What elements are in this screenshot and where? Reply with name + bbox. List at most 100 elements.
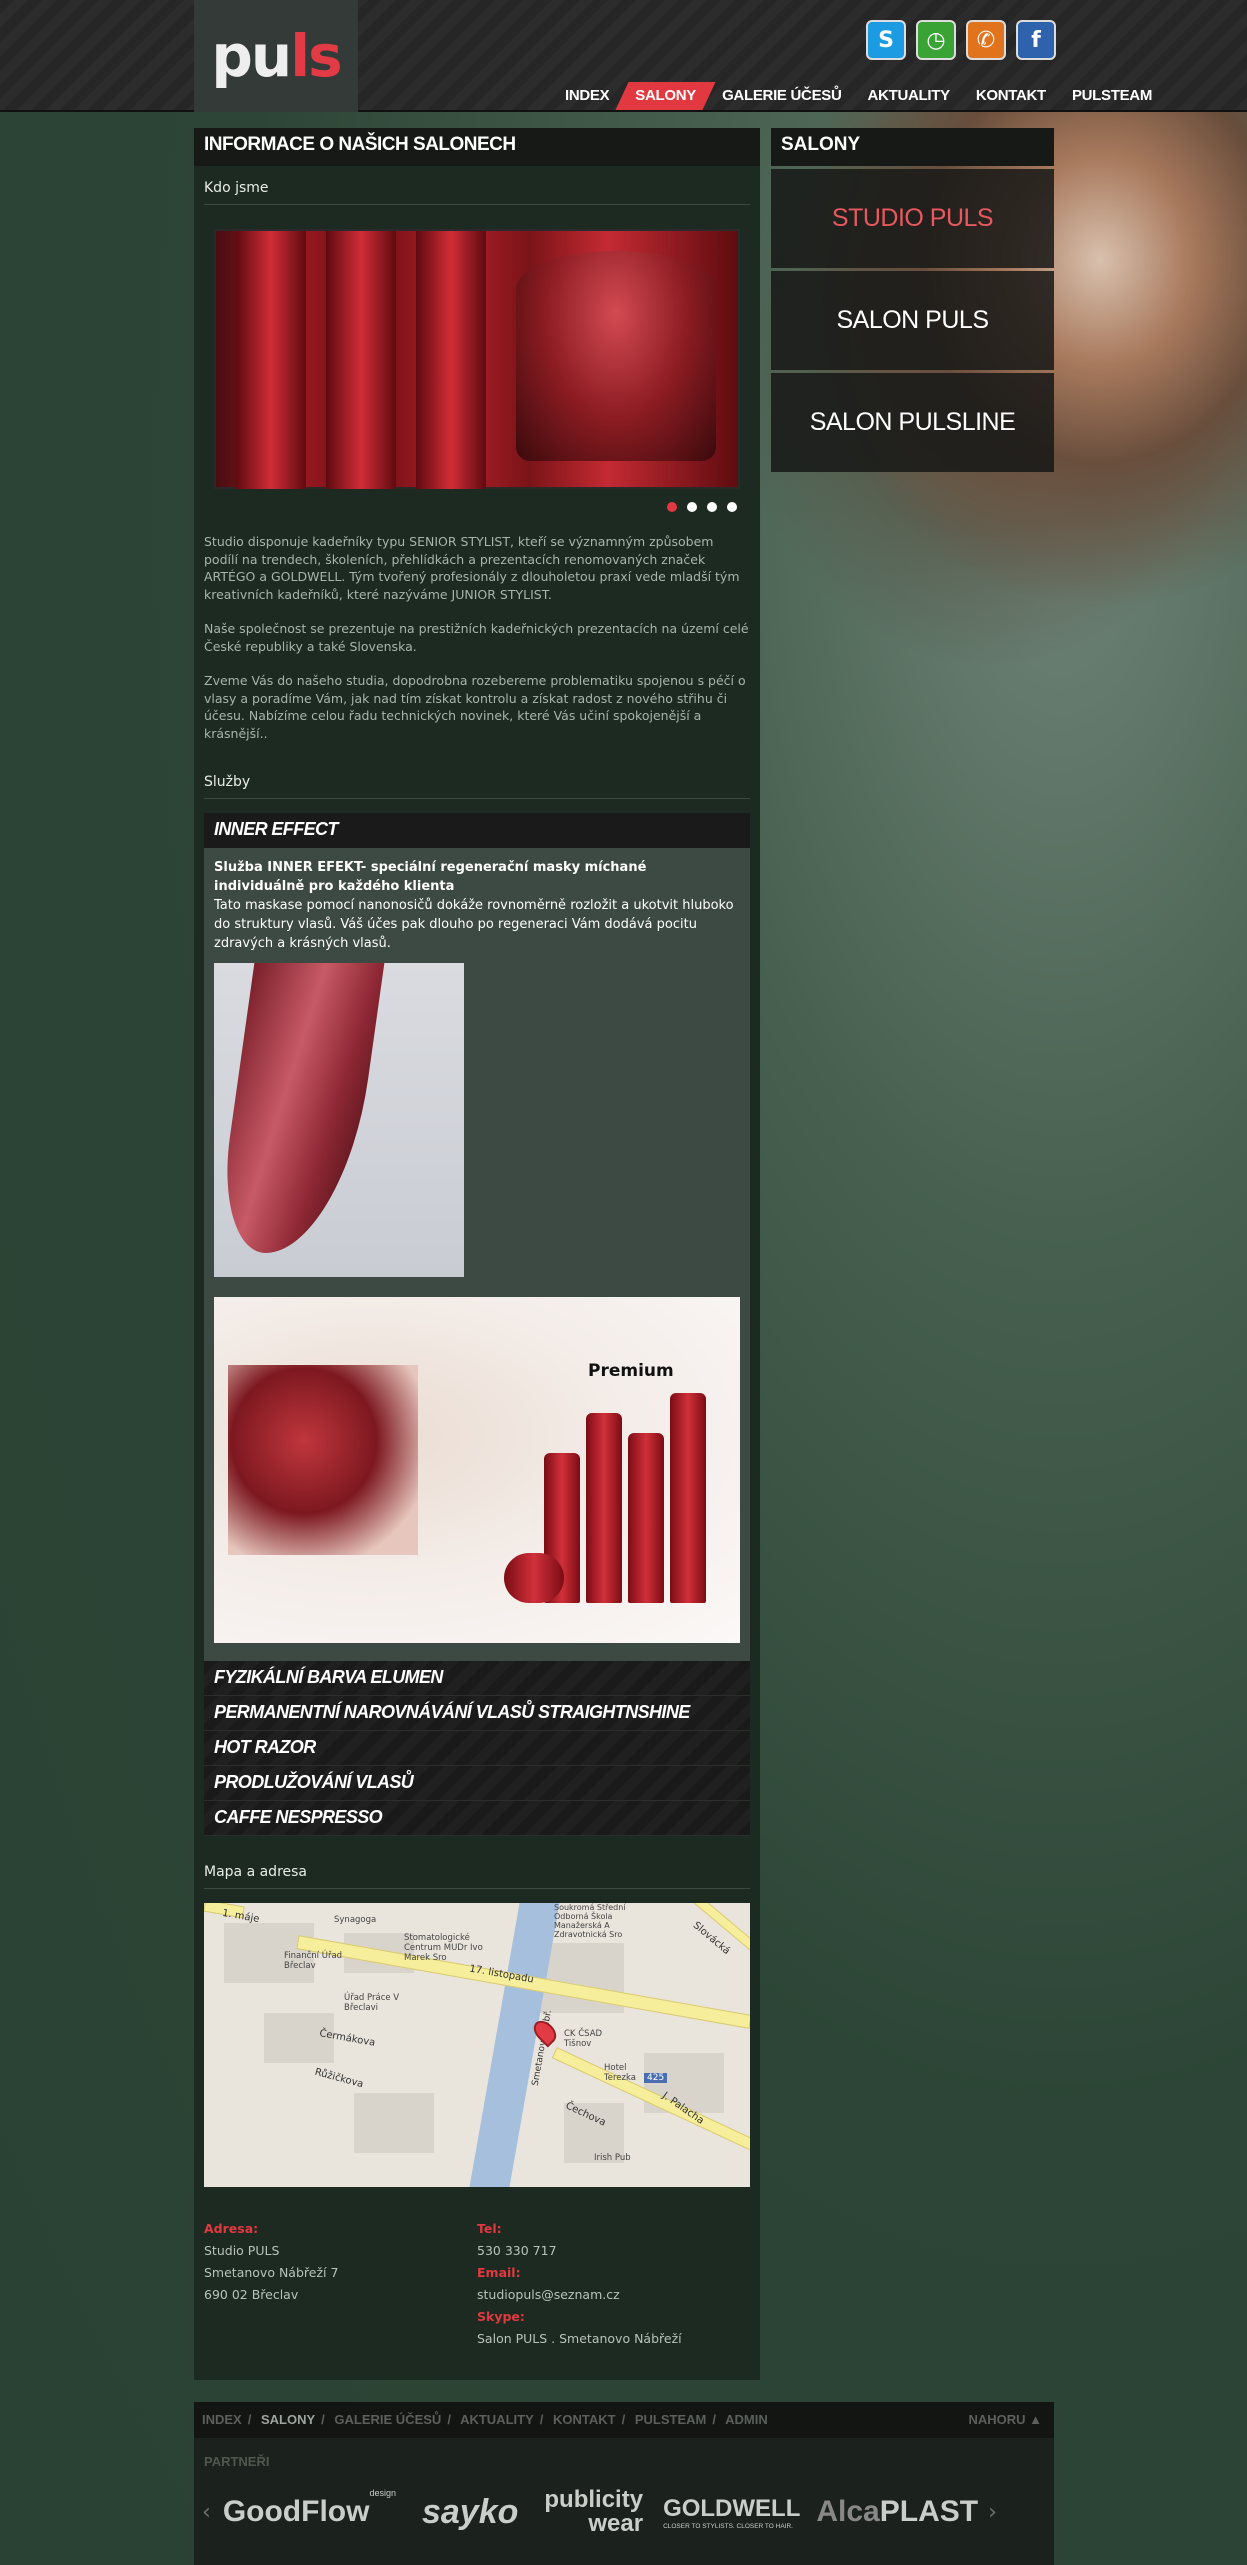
footer-link-index[interactable]: INDEX bbox=[202, 2412, 242, 2427]
page-title: INFORMACE O NAŠICH SALONECH bbox=[194, 128, 760, 166]
logo-text: puls bbox=[211, 22, 342, 90]
map-poi: Úřad Práce V Břeclavi bbox=[344, 1993, 400, 2013]
product-bottle bbox=[586, 1413, 622, 1603]
product-jar bbox=[504, 1553, 564, 1603]
partner-logo-text: GOLDWELL bbox=[663, 2494, 801, 2522]
product-bottle bbox=[628, 1433, 664, 1603]
accordion-header-nespresso[interactable]: CAFFE NESPRESSO bbox=[204, 1801, 750, 1836]
nav-salony[interactable]: SALONY bbox=[615, 82, 716, 110]
partners-section: PARTNEŘI ‹ GoodFlow design sayko publici… bbox=[194, 2438, 1054, 2565]
map-heading: Mapa a adresa bbox=[204, 1850, 750, 1889]
sidebar-item-salon-pulsline[interactable]: SALON PULSLINE bbox=[771, 373, 1054, 472]
map-poi: CK ČSAD Tišnov bbox=[564, 2029, 603, 2049]
address-block: Adresa: Studio PULS Smetanovo Nábřeží 7 … bbox=[204, 2218, 338, 2306]
carousel-next-icon[interactable]: › bbox=[988, 2500, 997, 2525]
slider-dot[interactable] bbox=[707, 502, 717, 512]
slider-bottle bbox=[416, 231, 486, 489]
about-heading: Kdo jsme bbox=[204, 166, 750, 205]
social-icons: S ◷ ✆ f bbox=[866, 20, 1056, 60]
partner-logo-goodflow-sub: design bbox=[369, 2488, 396, 2498]
tel-value[interactable]: 530 330 717 bbox=[477, 2240, 682, 2262]
partner-logo-goodflow[interactable]: GoodFlow bbox=[223, 2495, 370, 2529]
partners-carousel: ‹ GoodFlow design sayko publicity wear G… bbox=[194, 2480, 1054, 2544]
accordion-body-inner-effect: Služba INNER EFEKT- speciální regeneračn… bbox=[204, 848, 750, 1661]
map-poi: Soukromá Střední Odborná Škola Manažersk… bbox=[554, 1903, 626, 1939]
phone-icon[interactable]: ✆ bbox=[966, 20, 1006, 60]
sidebar-title: SALONY bbox=[771, 128, 1054, 166]
road-badge: 425 bbox=[644, 2073, 668, 2083]
nav-aktuality[interactable]: AKTUALITY bbox=[855, 82, 963, 110]
partner-logo-text: wear bbox=[588, 2510, 644, 2537]
nav-index[interactable]: INDEX bbox=[552, 82, 622, 110]
service-description: Tato maskase pomocí nanonosičů dokáže ro… bbox=[214, 898, 734, 951]
footer-nav: INDEX / SALONY / GALERIE ÚČESŮ / AKTUALITY /… bbox=[194, 2402, 1054, 2438]
nav-pulsteam[interactable]: PULSTEAM bbox=[1059, 82, 1165, 110]
footer-link-aktuality[interactable]: AKTUALITY bbox=[460, 2412, 534, 2427]
accordion-header-elumen[interactable]: FYZIKÁLNÍ BARVA ELUMEN bbox=[204, 1661, 750, 1696]
site-logo[interactable]: puls bbox=[194, 0, 358, 112]
service-title: Služba INNER EFEKT- speciální regeneračn… bbox=[214, 860, 647, 894]
sidebar-item-salon-puls[interactable]: SALON PULS bbox=[771, 271, 1054, 370]
address-line: Smetanovo Nábřeží 7 bbox=[204, 2265, 339, 2280]
partner-logo-tagline: CLOSER TO STYLISTS. CLOSER TO HAIR. bbox=[663, 2522, 793, 2530]
address-label: Adresa: bbox=[204, 2221, 259, 2236]
about-paragraph: Zveme Vás do našeho studia, dopodrobna r… bbox=[204, 673, 746, 741]
partner-logo-text: publicity bbox=[544, 2486, 644, 2513]
slider-dot[interactable] bbox=[727, 502, 737, 512]
footer-link-galerie[interactable]: GALERIE ÚČESŮ bbox=[334, 2412, 441, 2427]
facebook-icon[interactable]: f bbox=[1016, 20, 1056, 60]
partner-logo-alcaplast[interactable]: AlcaPLAST bbox=[816, 2495, 978, 2529]
partner-logo-goldwell[interactable]: GOLDWELL CLOSER TO STYLISTS. CLOSER TO H… bbox=[663, 2495, 800, 2530]
partner-logo-publicity[interactable]: publicity wear bbox=[544, 2488, 643, 2536]
slider-bottle bbox=[326, 231, 396, 489]
map-poi: Finanční Úřad Břeclav bbox=[284, 1951, 343, 1971]
product-bottle bbox=[670, 1393, 706, 1603]
premium-label: Premium bbox=[588, 1361, 674, 1381]
curls-photo bbox=[228, 1365, 418, 1555]
hair-strand bbox=[213, 963, 385, 1253]
main-content: INFORMACE O NAŠICH SALONECH Kdo jsme Stu… bbox=[194, 128, 760, 2380]
carousel-prev-icon[interactable]: ‹ bbox=[202, 2500, 211, 2525]
partner-logo-sayko[interactable]: sayko bbox=[422, 2493, 518, 2532]
slider-bottle bbox=[236, 231, 306, 489]
accordion-header-prodluzovani[interactable]: PRODLUŽOVÁNÍ VLASŮ bbox=[204, 1766, 750, 1801]
footer-link-kontakt[interactable]: KONTAKT bbox=[553, 2412, 616, 2427]
tel-label: Tel: bbox=[477, 2221, 502, 2236]
map-poi: Irish Pub bbox=[594, 2153, 631, 2163]
slider-dot[interactable] bbox=[687, 502, 697, 512]
premium-product-photo: Premium bbox=[214, 1297, 740, 1643]
about-paragraph: Naše společnost se prezentuje na prestiž… bbox=[204, 621, 749, 654]
skype-label: Skype: bbox=[477, 2309, 525, 2324]
nav-galerie[interactable]: GALERIE ÚČESŮ bbox=[709, 82, 854, 110]
nav-kontakt[interactable]: KONTAKT bbox=[963, 82, 1059, 110]
back-to-top-link[interactable]: NAHORU ▲ bbox=[968, 2412, 1042, 2427]
address-line: 690 02 Břeclav bbox=[204, 2287, 299, 2302]
map-label: Růžičkova bbox=[313, 2066, 365, 2091]
about-paragraph: Studio disponuje kadeřníky typu SENIOR S… bbox=[204, 534, 740, 602]
slider-dots bbox=[667, 502, 737, 512]
skype-icon[interactable]: S bbox=[866, 20, 906, 60]
services-heading: Služby bbox=[204, 760, 750, 799]
location-map[interactable]: 17. listopadu Čechova J. Palacha Slováck… bbox=[204, 1903, 750, 2187]
email-value[interactable]: studiopuls@seznam.cz bbox=[477, 2284, 682, 2306]
map-block bbox=[354, 2093, 434, 2153]
skype-value[interactable]: Salon PULS . Smetanovo Nábřeží bbox=[477, 2328, 682, 2350]
partners-title: PARTNEŘI bbox=[204, 2454, 270, 2469]
map-poi: Synagoga bbox=[334, 1915, 377, 1925]
clock-icon[interactable]: ◷ bbox=[916, 20, 956, 60]
slider-dot[interactable] bbox=[667, 502, 677, 512]
accordion-header-hot-razor[interactable]: HOT RAZOR bbox=[204, 1731, 750, 1766]
slider-jar bbox=[516, 251, 716, 461]
footer-link-pulsteam[interactable]: PULSTEAM bbox=[635, 2412, 707, 2427]
header-bar: puls S ◷ ✆ f INDEX SALONY GALERIE ÚČESŮ … bbox=[0, 0, 1247, 112]
email-label: Email: bbox=[477, 2265, 521, 2280]
accordion-header-straightnshine[interactable]: PERMANENTNÍ NAROVNÁVÁNÍ VLASŮ STRAIGHTNS… bbox=[204, 1696, 750, 1731]
accordion-header-inner-effect[interactable]: INNER EFFECT bbox=[204, 813, 750, 848]
main-nav: INDEX SALONY GALERIE ÚČESŮ AKTUALITY KON… bbox=[552, 82, 1165, 110]
address-line: Studio PULS bbox=[204, 2243, 280, 2258]
sidebar-item-studio-puls[interactable]: STUDIO PULS bbox=[771, 169, 1054, 268]
image-slider bbox=[214, 229, 740, 489]
footer-link-salony[interactable]: SALONY bbox=[261, 2412, 315, 2427]
contact-block: Tel: 530 330 717 Email: studiopuls@sezna… bbox=[477, 2218, 682, 2350]
footer-link-admin[interactable]: ADMIN bbox=[725, 2412, 768, 2427]
